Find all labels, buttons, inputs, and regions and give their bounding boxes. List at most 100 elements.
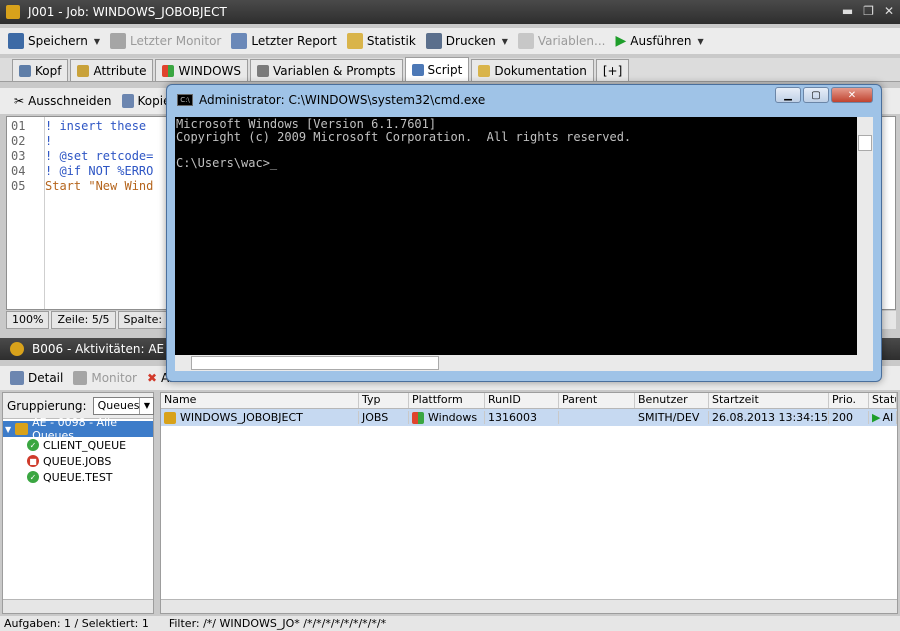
grouping-label: Gruppierung: [7,398,87,413]
job-icon [164,411,176,424]
code-line: ! [45,134,53,148]
minimize-icon[interactable]: ▬ [842,4,853,18]
printer-icon [425,33,442,49]
column-header-starttime[interactable]: Startzeit [709,393,829,408]
column-header-type[interactable]: Typ [359,393,409,408]
close-button[interactable]: ✕ [831,87,873,103]
statistics-button[interactable]: Statistik [346,33,416,49]
zoom-level[interactable]: 100% [6,311,50,329]
cmd-window-controls: ▁ ▢ ✕ [775,87,873,103]
queue-tree-panel: Gruppierung: Queues ▼ ▼ AE - 0098 - Alle… [2,392,155,614]
print-button[interactable]: Drucken ▼ [425,33,508,49]
attribute-icon [77,64,90,77]
grouping-select[interactable]: Queues ▼ [92,396,155,415]
table-row[interactable]: WINDOWS_JOBOBJECT JOBS Windows 1316003 S… [161,409,897,426]
tree-item-queue-test[interactable]: ✓ QUEUE.TEST [3,469,153,485]
column-header-prio[interactable]: Prio. [829,393,869,408]
tab-add[interactable]: [+] [595,59,630,81]
cmd-window[interactable]: C:\ Administrator: C:\WINDOWS\system32\c… [166,84,882,382]
copy-icon [121,94,134,108]
maximize-icon[interactable]: ❐ [863,4,874,18]
filter-text: Filter: /*/ WINDOWS_JO* /*/*/*/*/*/*/*/*… [168,617,387,630]
code-line: Start "New Wind [45,179,154,193]
maximize-button[interactable]: ▢ [803,87,829,103]
console-line: C:\Users\wac>_ [176,156,278,170]
column-header-name[interactable]: Name [161,393,359,408]
check-icon: ✓ [27,439,39,451]
scroll-thumb[interactable] [191,356,439,370]
grid-header: Name Typ Plattform RunID Parent Benutzer… [161,393,897,409]
monitor-icon [110,33,127,49]
variables-icon [517,33,534,49]
column-header-user[interactable]: Benutzer [635,393,709,408]
cut-button[interactable]: ✂ Ausschneiden [14,94,112,108]
code-line: ! insert these [45,119,147,133]
tab-script[interactable]: Script [404,57,470,81]
detail-button[interactable]: Detail [10,371,63,385]
close-icon[interactable]: ✕ [884,4,894,18]
chart-icon [346,33,363,49]
window-controls: ▬ ❐ ✕ [842,4,894,18]
chevron-down-icon[interactable]: ▼ [94,37,100,46]
report-icon [231,33,248,49]
collapse-icon[interactable]: ▼ [5,425,11,434]
code-line: ! @set retcode= [45,149,154,163]
cmd-hscrollbar[interactable] [175,355,873,371]
column-header-runid[interactable]: RunID [485,393,559,408]
cell-name: WINDOWS_JOBOBJECT [161,411,359,424]
last-report-button[interactable]: Letzter Report [231,33,337,49]
column-header-parent[interactable]: Parent [559,393,635,408]
windows-logo-icon [162,64,175,77]
tab-attribute[interactable]: Attribute [70,59,154,81]
monitor-icon [73,371,88,385]
column-header-status[interactable]: Statu [869,393,897,408]
queues-icon [15,423,29,435]
column-header-platform[interactable]: Plattform [409,393,485,408]
activities-grid: Name Typ Plattform RunID Parent Benutzer… [160,392,898,614]
cmd-title: Administrator: C:\WINDOWS\system32\cmd.e… [199,93,486,107]
chevron-down-icon[interactable]: ▼ [697,37,703,46]
cell-starttime: 26.08.2013 13:34:15 [709,411,829,424]
cell-user: SMITH/DEV [635,411,709,424]
document-icon [478,64,491,77]
check-icon: ✓ [27,471,39,483]
job-icon [6,5,20,19]
scroll-thumb[interactable] [858,135,872,151]
console-output[interactable]: Microsoft Windows [Version 6.1.7601] Cop… [175,117,857,355]
code-area[interactable]: ! insert these ! ! @set retcode= ! @if N… [45,119,153,194]
chevron-down-icon[interactable]: ▼ [139,397,153,414]
cell-platform: Windows [409,411,485,424]
tab-variables-prompts[interactable]: Variablen & Prompts [250,59,403,81]
last-monitor-button[interactable]: Letzter Monitor [110,33,221,49]
tab-documentation[interactable]: Dokumentation [471,59,594,81]
line-number-gutter: 01 02 03 04 05 [7,117,45,309]
main-toolbar: Speichern ▼ Letzter Monitor Letzter Repor… [0,28,900,54]
tab-windows[interactable]: WINDOWS [155,59,249,81]
monitor-button[interactable]: Monitor [73,371,137,385]
cross-icon: ✖ [146,371,158,385]
script-icon [411,63,424,76]
chevron-down-icon[interactable]: ▼ [502,37,508,46]
status-bar: Aufgaben: 1 / Selektiert: 1 Filter: /*/ … [0,616,900,631]
floppy-icon [8,33,24,49]
cmd-vscrollbar[interactable] [857,117,873,355]
tab-kopf[interactable]: Kopf [12,59,69,81]
execute-button[interactable]: ▶ Ausführen ▼ [615,33,703,49]
save-button[interactable]: Speichern ▼ [8,33,100,49]
object-tabs: Kopf Attribute WINDOWS Variablen & Promp… [0,57,900,82]
queue-tree: ▼ AE - 0098 - Alle Queues ✓ CLIENT_QUEUE… [3,416,153,485]
tree-hscrollbar[interactable] [3,599,153,613]
variables-icon [257,64,270,77]
main-titlebar: J001 - Job: WINDOWS_JOBOBJECT ▬ ❐ ✕ [0,0,900,24]
tree-item-all-queues[interactable]: ▼ AE - 0098 - Alle Queues [3,416,153,442]
cmd-titlebar[interactable]: C:\ Administrator: C:\WINDOWS\system32\c… [167,85,881,115]
cell-prio: 200 [829,411,869,424]
minimize-button[interactable]: ▁ [775,87,801,103]
code-line: ! @if NOT %ERRO [45,164,154,178]
variables-button[interactable]: Variablen... [517,33,605,49]
tree-item-queue-jobs[interactable]: ■ QUEUE.JOBS [3,453,153,469]
detail-icon [10,371,24,385]
stop-icon: ■ [27,455,39,467]
grid-hscrollbar[interactable] [161,599,897,613]
